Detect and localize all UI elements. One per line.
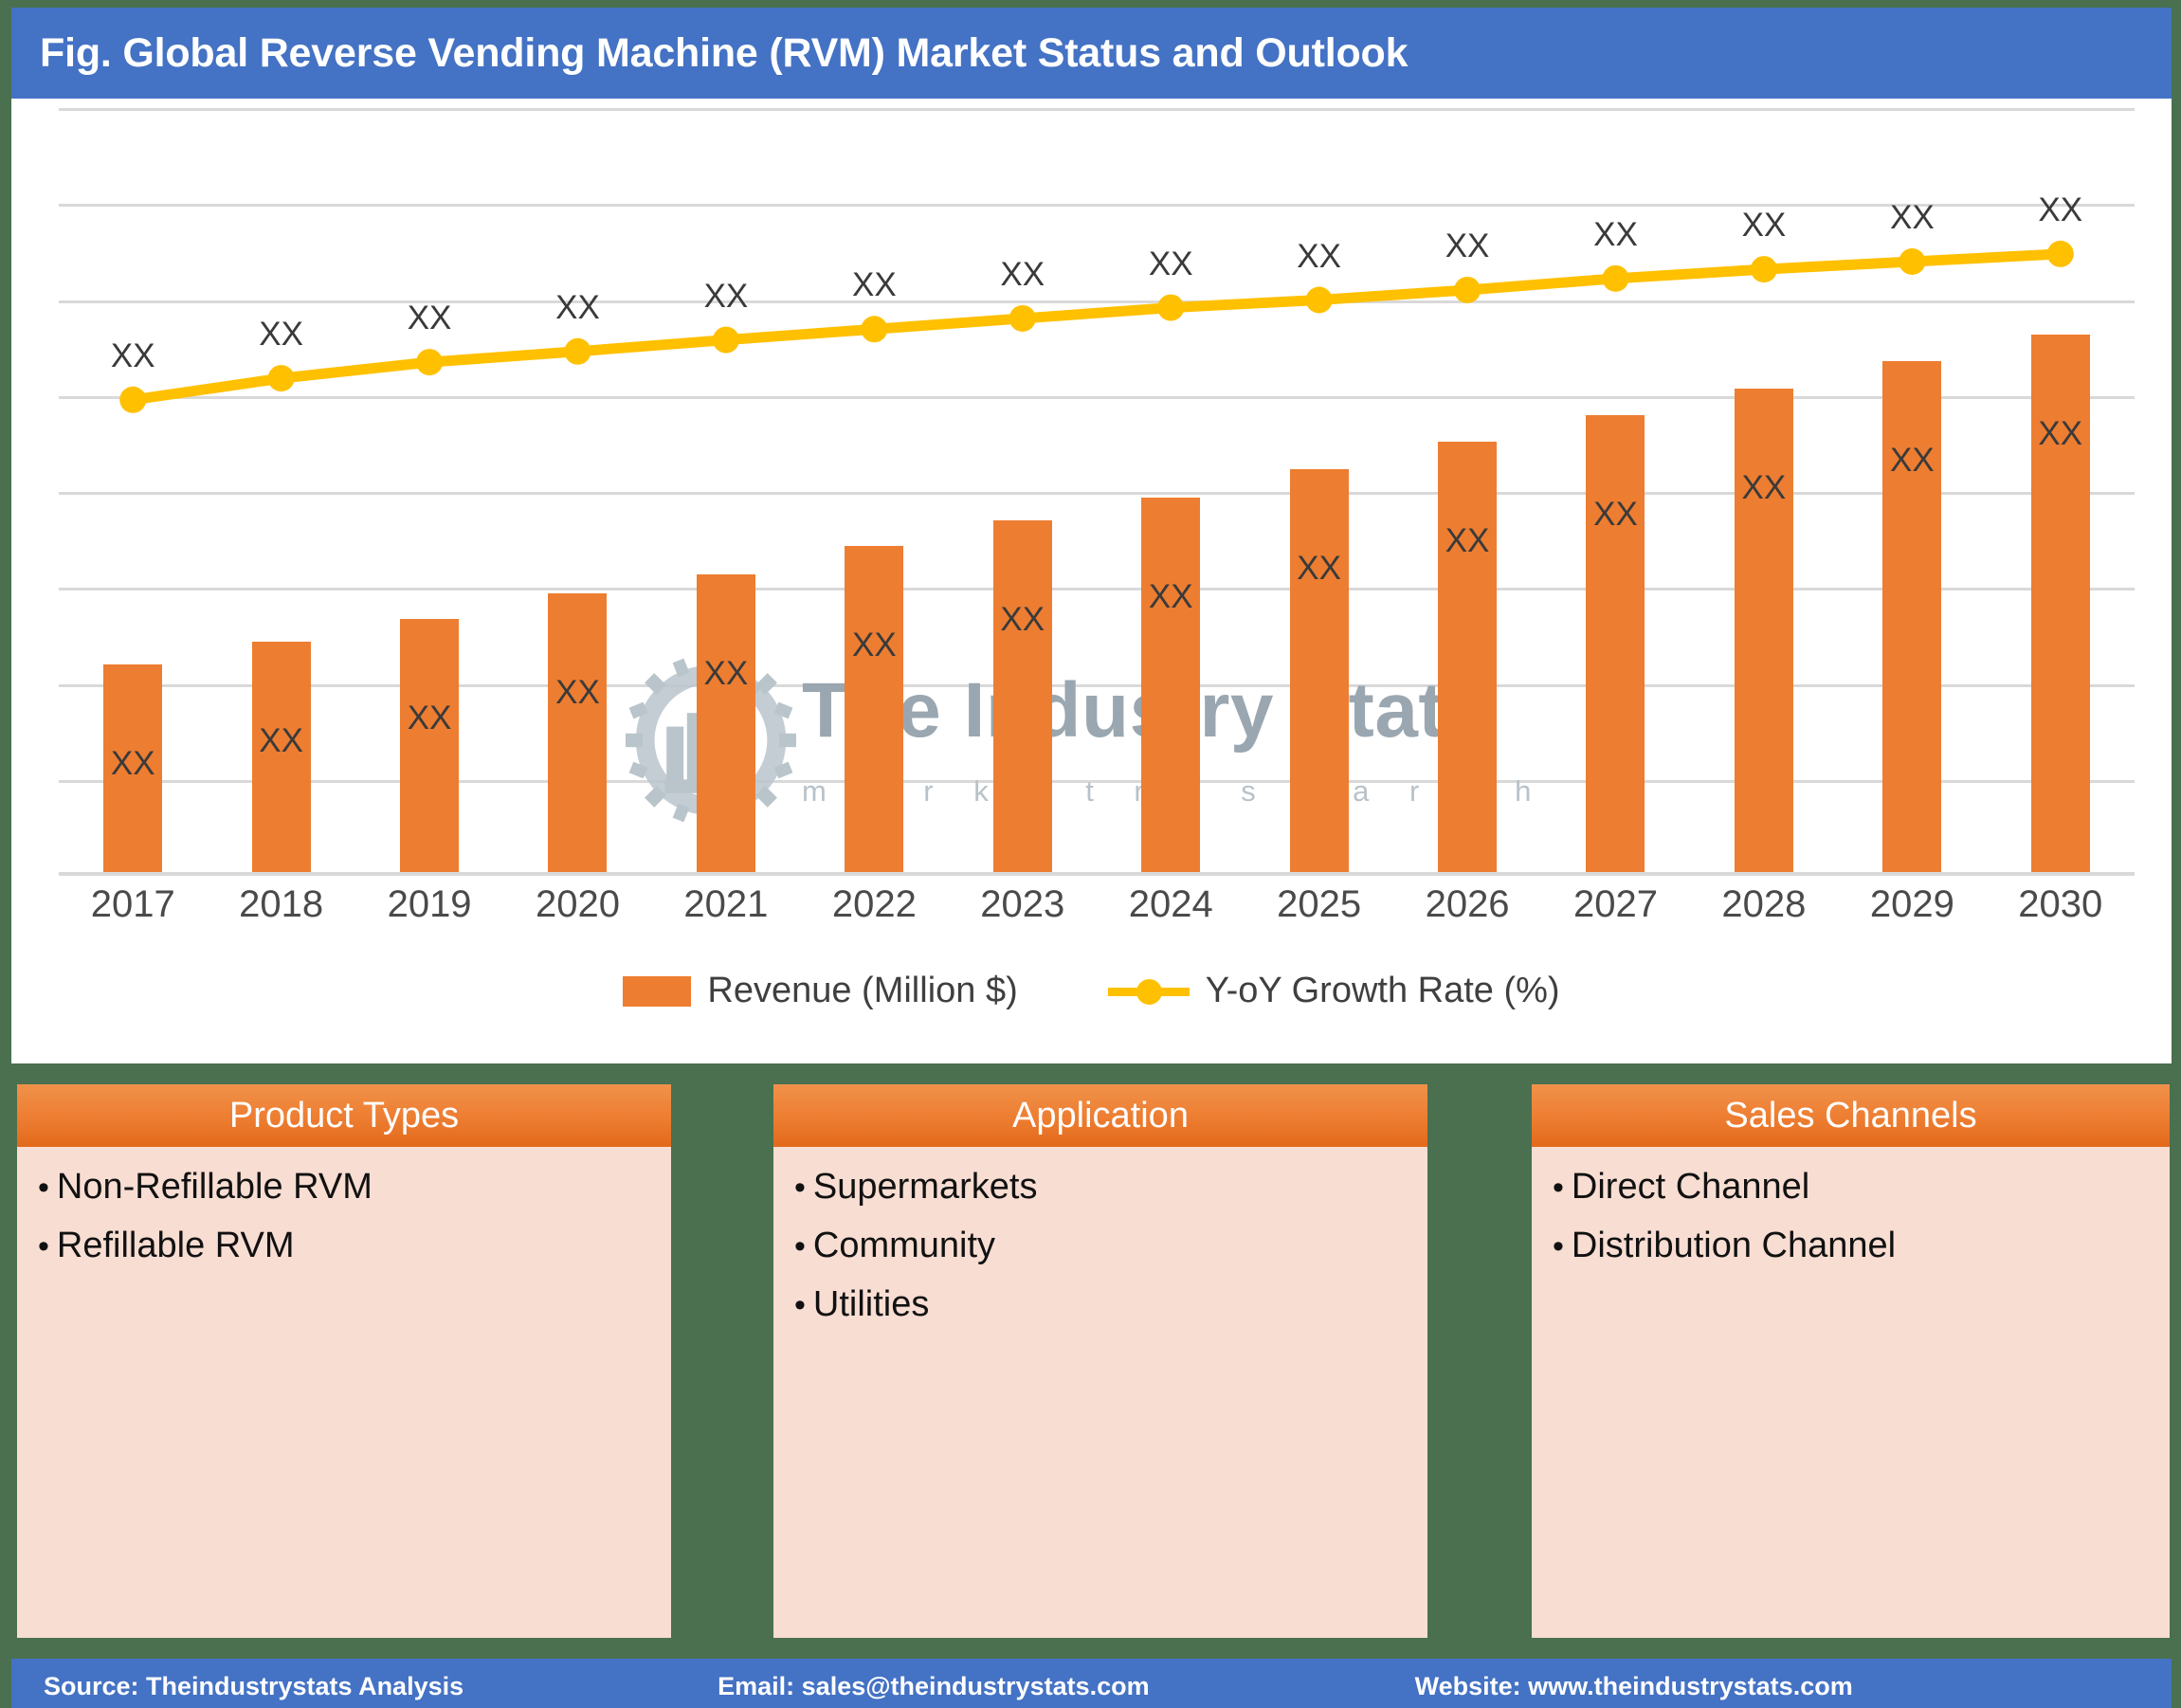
x-axis-tick-label: 2017 — [90, 883, 175, 925]
list-item-label: Supermarkets — [812, 1167, 1038, 1207]
legend-item-revenue[interactable]: Revenue (Million $) — [623, 971, 1018, 1011]
bullet-icon: • — [38, 1170, 49, 1206]
bullet-icon: • — [1553, 1170, 1564, 1206]
footer-email[interactable]: Email: sales@theindustrystats.com — [718, 1672, 1149, 1701]
figure-footer: Source: Theindustrystats Analysis Email:… — [11, 1659, 2172, 1708]
line-data-label: XX — [259, 316, 303, 354]
line-data-label: XX — [1148, 245, 1193, 282]
x-axis-tick-label: 2028 — [1721, 883, 1807, 925]
segment-panels: Product Types • Non-Refillable RVM • Ref… — [11, 1084, 2172, 1638]
bullet-icon: • — [794, 1287, 806, 1324]
list-item-label: Direct Channel — [1571, 1167, 1810, 1207]
figure-root: Fig. Global Reverse Vending Machine (RVM… — [0, 0, 2181, 1708]
x-axis-tick-label: 2026 — [1425, 883, 1510, 925]
list-item: • Non-Refillable RVM — [38, 1167, 671, 1207]
figure-header: Fig. Global Reverse Vending Machine (RVM… — [11, 8, 2172, 99]
x-axis-tick-label: 2029 — [1869, 883, 1954, 925]
panel-gap — [1427, 1084, 1532, 1638]
list-item-label: Refillable RVM — [56, 1226, 295, 1266]
panel-product-types: Product Types • Non-Refillable RVM • Ref… — [17, 1084, 671, 1638]
line-data-label: XX — [1593, 215, 1638, 253]
panel-header-sales-channels: Sales Channels — [1532, 1084, 2170, 1147]
line-data-label: XX — [1889, 199, 1935, 236]
list-item: • Distribution Channel — [1553, 1226, 2170, 1265]
x-axis-tick-label: 2018 — [239, 883, 324, 925]
x-axis-tick-label: 2025 — [1277, 883, 1362, 925]
panel-sales-channels: Sales Channels • Direct Channel • Distri… — [1532, 1084, 2170, 1638]
list-item: • Supermarkets — [794, 1167, 1427, 1207]
panel-header-application: Application — [773, 1084, 1427, 1147]
line-data-label: XX — [1297, 237, 1341, 275]
x-axis-tick-label: 2022 — [831, 883, 917, 925]
x-axis-tick-label: 2027 — [1573, 883, 1658, 925]
list-item: • Refillable RVM — [38, 1226, 671, 1265]
chart-line-labels: XX XX XX XX XX XX XX XX XX XX XX XX XX XX — [59, 108, 2135, 876]
x-axis-tick-label: 2030 — [2018, 883, 2103, 925]
line-data-label: XX — [851, 266, 897, 304]
x-axis-tick-label: 2020 — [536, 883, 620, 925]
chart-card: The Industry Stats m a r k e t r e s e a… — [11, 99, 2172, 1063]
line-data-label: XX — [703, 277, 749, 315]
list-item-label: Distribution Channel — [1571, 1226, 1897, 1266]
legend-swatch-revenue-icon — [623, 975, 692, 1007]
bullet-icon: • — [38, 1228, 49, 1265]
panel-title-product-types: Product Types — [228, 1095, 460, 1136]
line-data-label: XX — [1741, 207, 1787, 245]
footer-source: Source: Theindustrystats Analysis — [44, 1671, 464, 1700]
bullet-icon: • — [1553, 1228, 1564, 1265]
legend-item-growth-rate[interactable]: Y-oY Growth Rate (%) — [1107, 971, 1560, 1011]
panel-title-sales-channels: Sales Channels — [1724, 1095, 1977, 1136]
line-data-label: XX — [555, 288, 600, 326]
chart-x-axis: 2017 2018 2019 2020 2021 2022 2023 2024 2025 2026… — [59, 883, 2135, 940]
panel-gap — [671, 1084, 773, 1638]
page-title: Fig. Global Reverse Vending Machine (RVM… — [40, 29, 1409, 76]
list-item: • Community — [794, 1226, 1427, 1265]
line-data-label: XX — [110, 336, 155, 374]
panel-title-application: Application — [1012, 1095, 1189, 1136]
line-data-label: XX — [407, 300, 452, 337]
panel-body-application: • Supermarkets • Community • Utilities — [773, 1147, 1427, 1638]
list-item-label: Utilities — [812, 1284, 930, 1325]
x-axis-tick-label: 2021 — [683, 883, 769, 925]
legend-line-marker-icon — [1107, 977, 1190, 1006]
line-data-label: XX — [1000, 255, 1045, 293]
legend-label-revenue: Revenue (Million $) — [707, 971, 1018, 1010]
panel-application: Application • Supermarkets • Community •… — [773, 1084, 1427, 1638]
bullet-icon: • — [794, 1170, 806, 1206]
x-axis-tick-label: 2023 — [980, 883, 1065, 925]
panel-header-product-types: Product Types — [17, 1084, 671, 1147]
list-item: • Utilities — [794, 1285, 1427, 1324]
list-item: • Direct Channel — [1553, 1167, 2170, 1207]
legend-label-growth-rate: Y-oY Growth Rate (%) — [1205, 971, 1560, 1010]
line-data-label: XX — [2038, 191, 2083, 228]
panel-body-sales-channels: • Direct Channel • Distribution Channel — [1532, 1147, 2170, 1638]
list-item-label: Community — [812, 1226, 996, 1266]
list-item-label: Non-Refillable RVM — [56, 1167, 373, 1207]
bullet-icon: • — [794, 1228, 806, 1265]
chart-legend: Revenue (Million $) Y-oY Growth Rate (%) — [11, 971, 2172, 1011]
x-axis-tick-label: 2024 — [1128, 883, 1213, 925]
footer-website[interactable]: Website: www.theindustrystats.com — [1415, 1672, 1853, 1701]
x-axis-tick-label: 2019 — [387, 883, 472, 925]
line-data-label: XX — [1445, 227, 1490, 264]
chart-axis-baseline — [59, 872, 2135, 876]
panel-body-product-types: • Non-Refillable RVM • Refillable RVM — [17, 1147, 671, 1638]
chart-plot-area: The Industry Stats m a r k e t r e s e a… — [59, 108, 2135, 876]
